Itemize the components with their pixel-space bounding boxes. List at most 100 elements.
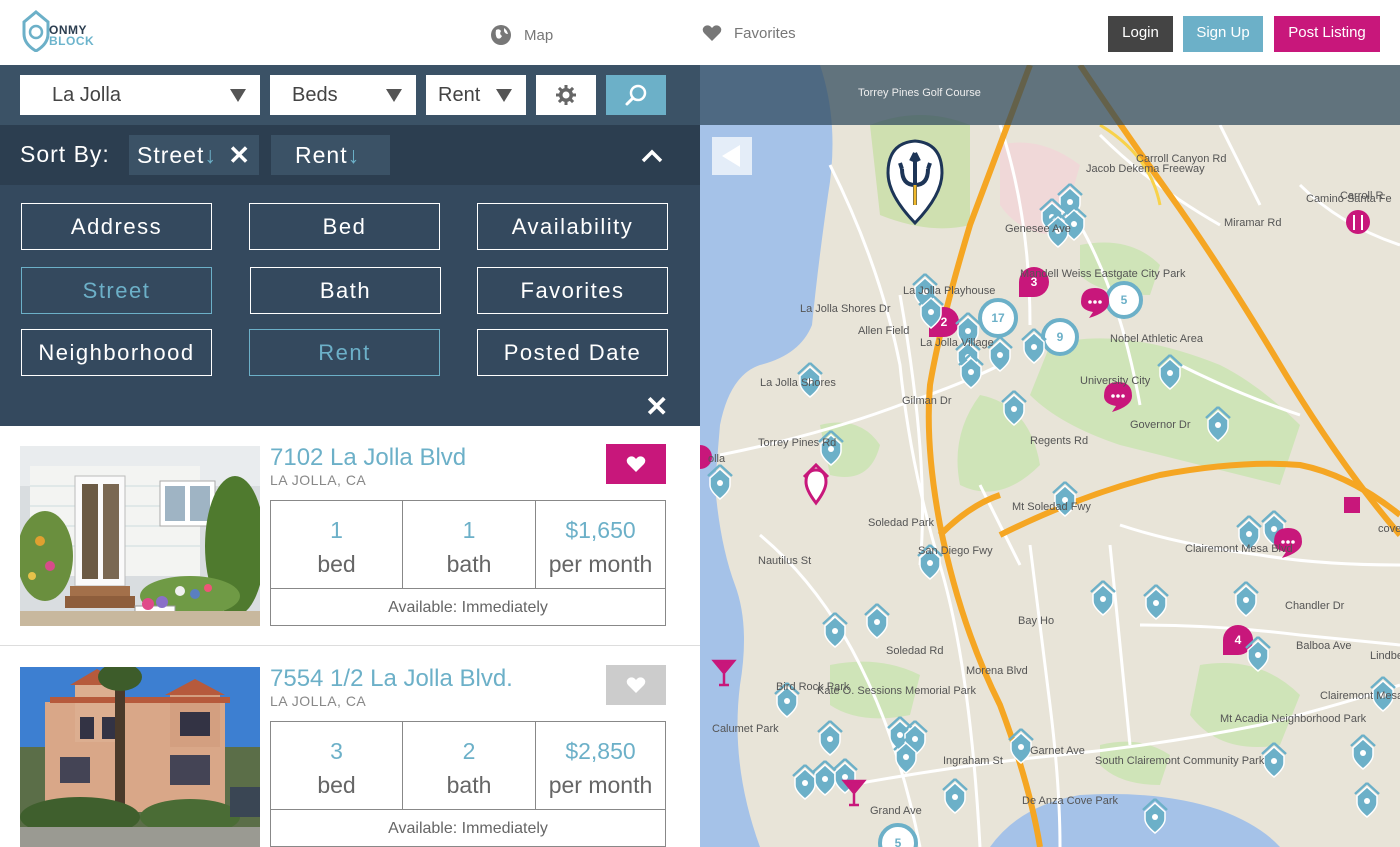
favorite-button[interactable] [606, 444, 666, 484]
sort-row: Sort By: Street↓ ✕ Rent↓ [0, 125, 700, 185]
chevron-up-icon[interactable] [640, 147, 664, 163]
sort-option-availability[interactable]: Availability [477, 203, 668, 250]
sort-option-street[interactable]: Street [21, 267, 212, 314]
beds-value: Beds [292, 84, 338, 106]
beds-unit: bed [317, 551, 356, 577]
sort-option-favorites[interactable]: Favorites [477, 267, 668, 314]
heart-icon [702, 25, 722, 41]
listing-photo[interactable] [20, 446, 260, 626]
beds-stat: 3 bed [271, 722, 403, 809]
sort-option-bath[interactable]: Bath [250, 267, 441, 314]
sort-panel: Sort By: Street↓ ✕ Rent↓ Address Bed Ava… [0, 125, 700, 426]
map-label: Miramar Rd [1224, 217, 1282, 229]
map-label: Grand Ave [870, 805, 922, 817]
favorite-button[interactable] [606, 665, 666, 705]
map-label: Clairemont Mesa East [1320, 690, 1400, 702]
listing-card[interactable]: 7554 1/2 La Jolla Blvd. LA JOLLA, CA 3 b… [0, 647, 700, 847]
rent-amount: $2,850 [565, 738, 636, 764]
map-label: Camino Santa Fe [1306, 193, 1392, 205]
signup-button[interactable]: Sign Up [1183, 16, 1263, 52]
sort-option-neighborhood[interactable]: Neighborhood [21, 329, 212, 376]
rent-value: Rent [438, 84, 481, 106]
map-label: Torrey Pines Golf Course [858, 87, 981, 99]
logo[interactable]: ONMY BLOCK [22, 10, 102, 55]
availability: Available: Immediately [271, 809, 665, 847]
house-pins [700, 182, 1397, 835]
heart-icon [626, 456, 646, 472]
listing-photo[interactable] [20, 667, 260, 847]
map-label: Regents Rd [1030, 435, 1089, 447]
map-label: Clairemont Mesa Blvd [1185, 543, 1293, 555]
location-select[interactable]: La Jolla [20, 75, 260, 115]
post-listing-button[interactable]: Post Listing [1274, 16, 1380, 52]
arrow-down-icon: ↓ [204, 142, 217, 168]
baths-unit: bath [446, 551, 492, 577]
map-label: Calumet Park [712, 723, 779, 735]
map-label: Gilman Dr [902, 395, 952, 407]
map-label: La Jolla Village [920, 337, 994, 349]
map-label: Jacob Dekema Freeway [1086, 163, 1205, 175]
sort-option-rent[interactable]: Rent [249, 329, 440, 376]
nav-favorites[interactable]: Favorites [702, 24, 796, 42]
map-label: Mandell Weiss Eastgate City Park [1020, 268, 1186, 280]
baths-count: 2 [462, 738, 476, 764]
sort-chip-street[interactable]: Street↓ ✕ [129, 135, 259, 175]
map-label: La Jolla Playhouse [903, 285, 996, 297]
map-label: Balboa Ave [1296, 640, 1352, 652]
rent-select[interactable]: Rent [426, 75, 526, 115]
sort-option-posted-date[interactable]: Posted Date [477, 329, 668, 376]
listings-panel: La Jolla Beds Rent Sort By: Street↓ ✕ Re… [0, 65, 700, 847]
rent-amount: $1,650 [565, 517, 636, 543]
listing-stats: 1 bed 1 bath $1,650 per month Available:… [270, 500, 666, 626]
sort-chip-rent[interactable]: Rent↓ [271, 135, 390, 175]
chevron-down-icon [230, 89, 246, 102]
map-label: cove [1378, 523, 1400, 535]
globe-icon [491, 25, 511, 45]
filter-bar: La Jolla Beds Rent [0, 65, 700, 125]
close-icon[interactable]: ✕ [228, 135, 251, 175]
map-label: Nautilus St [758, 555, 812, 567]
close-sort-icon[interactable]: ✕ [645, 390, 668, 423]
beds-count: 3 [330, 738, 343, 764]
listing-title[interactable]: 7554 1/2 La Jolla Blvd. [270, 665, 513, 693]
map-label: Nobel Athletic Area [1110, 333, 1203, 345]
sort-option-bed[interactable]: Bed [249, 203, 440, 250]
map-label: Governor Dr [1130, 419, 1191, 431]
rent-unit: per month [548, 772, 653, 798]
logo-line-2: BLOCK [49, 34, 95, 48]
map-label: University City [1080, 375, 1151, 387]
sort-by-label: Sort By: [20, 141, 110, 167]
map-view[interactable]: 17 5 9 3 2 4 5 Torrey Pines Golf Course … [700, 65, 1400, 847]
map-label: South Clairemont Community Park [1095, 755, 1265, 767]
location-value: La Jolla [52, 84, 121, 106]
beds-stat: 1 bed [271, 501, 403, 588]
logo-pin-icon [22, 10, 50, 52]
listing-card[interactable]: 7102 La Jolla Blvd LA JOLLA, CA 1 bed 1 … [0, 426, 700, 646]
nav-map[interactable]: Map [490, 24, 553, 46]
map-label: Mt Soledad Fwy [1012, 501, 1091, 513]
settings-button[interactable] [536, 75, 596, 115]
sort-option-address[interactable]: Address [21, 203, 212, 250]
nav-map-label: Map [524, 26, 554, 44]
map-label: Mt Acadia Neighborhood Park [1220, 713, 1367, 725]
map-label: Soledad Park [868, 517, 935, 529]
listing-title[interactable]: 7102 La Jolla Blvd [270, 444, 466, 472]
search-button[interactable] [606, 75, 666, 115]
beds-select[interactable]: Beds [270, 75, 416, 115]
map-label: Allen Field [858, 325, 910, 337]
map-label: olla [708, 453, 726, 465]
map-label: Genesee Ave [1005, 223, 1071, 235]
beds-count: 1 [330, 517, 343, 543]
rent-stat: $2,850 per month [536, 722, 665, 809]
map-label: Soledad Rd [886, 645, 944, 657]
map-label: La Jolla Shores [760, 377, 836, 389]
map-label: Lindbe Fie [1370, 650, 1400, 662]
sort-chip-label: Street [137, 142, 205, 168]
nav-favorites-label: Favorites [734, 24, 796, 42]
heart-icon [626, 677, 646, 693]
top-header: ONMY BLOCK Map Favorites Login Sign Up P… [0, 0, 1400, 65]
listing-stats: 3 bed 2 bath $2,850 per month Available:… [270, 721, 666, 847]
map-label: Kate O. Sessions Memorial Park [817, 685, 976, 697]
login-button[interactable]: Login [1108, 16, 1173, 52]
listing-city: LA JOLLA, CA [270, 693, 367, 709]
